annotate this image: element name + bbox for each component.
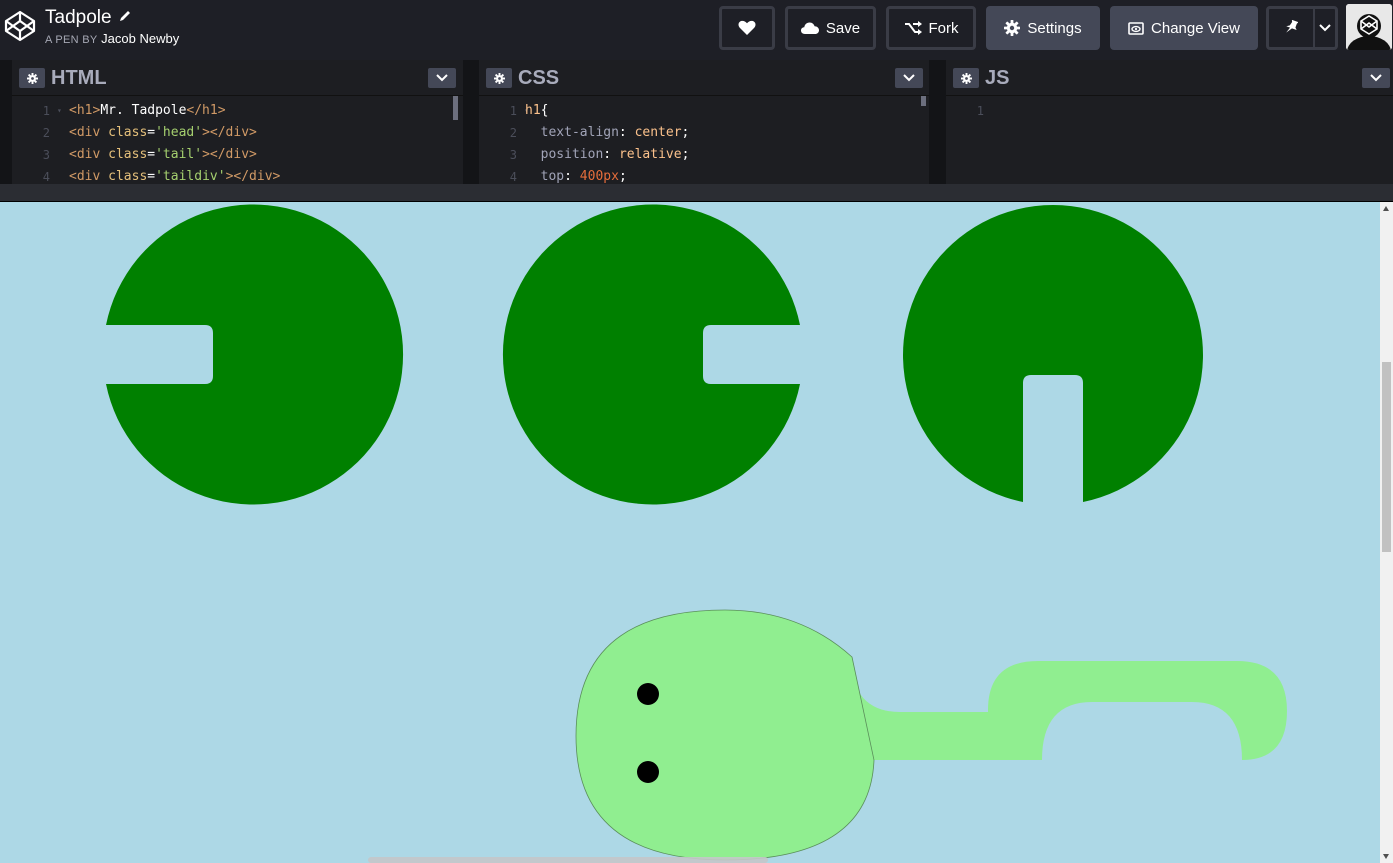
pen-title[interactable]: Tadpole — [45, 7, 112, 29]
html-editor-title: HTML — [51, 67, 107, 89]
lily-pad-bottom-notch — [903, 205, 1204, 502]
pencil-icon[interactable] — [118, 9, 132, 23]
tadpole-tail — [850, 657, 1287, 760]
pin-icon — [1286, 20, 1298, 33]
editor-resize-bar[interactable] — [0, 184, 1393, 202]
code-text: top: 400px; — [525, 169, 627, 184]
lily-pad-left-notch — [106, 204, 404, 505]
fork-icon — [904, 21, 922, 35]
preview-vertical-scrollbar[interactable] — [1380, 202, 1393, 863]
tadpole-head — [575, 609, 875, 861]
chevron-down-icon — [436, 74, 448, 82]
pin-button-group — [1266, 6, 1338, 50]
chevron-down-icon — [903, 74, 915, 82]
avatar-image — [1346, 4, 1392, 50]
html-editor-scrollbar[interactable] — [453, 96, 458, 120]
css-editor: CSS 1 ▾ h1{2 text-align: center; 3 position… — [479, 60, 929, 184]
fold-marker-icon[interactable]: ▾ — [57, 100, 62, 122]
pin-button[interactable] — [1269, 9, 1315, 47]
code-line[interactable]: 2 text-align: center; — [479, 122, 929, 144]
css-editor-title: CSS — [518, 67, 560, 89]
gear-icon — [493, 72, 505, 84]
css-editor-scrollbar[interactable] — [921, 96, 926, 106]
save-label: Save — [825, 19, 861, 37]
line-number: 1 — [42, 104, 50, 118]
gear-icon — [26, 72, 38, 84]
scrollbar-thumb[interactable] — [1382, 362, 1391, 552]
code-text: h1{ — [525, 103, 549, 118]
heart-icon — [738, 20, 756, 35]
line-number: 4 — [509, 170, 517, 184]
css-settings-button[interactable] — [486, 68, 512, 88]
line-number: 3 — [42, 148, 50, 162]
html-settings-button[interactable] — [19, 68, 45, 88]
chevron-down-icon — [1319, 24, 1331, 32]
author-link[interactable]: Jacob Newby — [101, 31, 179, 46]
html-editor-header: HTML — [12, 60, 463, 96]
js-code-area[interactable]: 1 — [946, 96, 1393, 184]
tadpole-eye-top — [637, 683, 659, 705]
code-line[interactable]: 4 top: 400px; — [479, 166, 929, 184]
chevron-down-icon — [1370, 74, 1382, 82]
editors-panel: HTML 1 ▾ <h1>Mr. Tadpole</h1> 2 <div class='… — [0, 60, 1393, 184]
code-line[interactable]: 3 <div class='tail'></div> — [12, 144, 463, 166]
pen-header: Tadpole A PEN BY Jacob Newby Save Fork S… — [0, 0, 1393, 60]
save-button[interactable]: Save — [785, 6, 876, 50]
line-number: 1 — [976, 104, 984, 118]
code-line[interactable]: 1 — [946, 100, 1393, 122]
codepen-logo-icon[interactable] — [4, 10, 36, 42]
pen-byline: A PEN BY Jacob Newby — [45, 31, 179, 46]
line-number: 4 — [42, 170, 50, 184]
code-text: <div class='taildiv'></div> — [69, 169, 281, 184]
js-editor: JS 1 — [946, 60, 1393, 184]
code-line[interactable]: 2 <div class='head'></div> — [12, 122, 463, 144]
code-text: <div class='head'></div> — [69, 125, 257, 140]
line-number: 3 — [509, 148, 517, 162]
gear-icon — [960, 72, 972, 84]
change-view-button[interactable]: Change View — [1110, 6, 1258, 50]
preview-drawing — [106, 204, 1287, 861]
code-line[interactable]: 4 <div class='taildiv'></div> — [12, 166, 463, 184]
change-view-label: Change View — [1151, 19, 1240, 37]
code-text: position: relative; — [525, 147, 690, 162]
byline-prefix: A PEN BY — [45, 34, 98, 46]
pin-menu-toggle[interactable] — [1315, 9, 1335, 47]
js-settings-button[interactable] — [953, 68, 979, 88]
code-line[interactable]: 3 position: relative; — [479, 144, 929, 166]
code-text: <div class='tail'></div> — [69, 147, 257, 162]
settings-button[interactable]: Settings — [986, 6, 1100, 50]
user-avatar[interactable] — [1346, 4, 1392, 50]
line-number: 1 — [509, 104, 517, 118]
tadpole-eye-bottom — [637, 761, 659, 783]
fork-button[interactable]: Fork — [886, 6, 976, 50]
settings-label: Settings — [1027, 19, 1082, 37]
result-preview[interactable] — [0, 202, 1393, 863]
lily-pad-right-notch — [502, 204, 800, 505]
css-code-area[interactable]: 1 ▾ h1{2 text-align: center; 3 position: re… — [479, 96, 929, 184]
html-editor: HTML 1 ▾ <h1>Mr. Tadpole</h1> 2 <div class='… — [12, 60, 463, 184]
code-text: text-align: center; — [525, 125, 690, 140]
js-editor-menu-button[interactable] — [1362, 68, 1390, 88]
code-line[interactable]: 1 ▾ <h1>Mr. Tadpole</h1> — [12, 100, 463, 122]
html-code-area[interactable]: 1 ▾ <h1>Mr. Tadpole</h1> 2 <div class='head'… — [12, 96, 463, 184]
html-editor-menu-button[interactable] — [428, 68, 456, 88]
code-line[interactable]: 1 ▾ h1{ — [479, 100, 929, 122]
heart-button[interactable] — [719, 6, 775, 50]
js-editor-header: JS — [946, 60, 1393, 96]
change-view-icon — [1128, 21, 1144, 35]
line-number: 2 — [42, 126, 50, 140]
gear-icon — [1004, 20, 1021, 36]
scroll-up-arrow[interactable] — [1383, 206, 1389, 211]
line-number: 2 — [509, 126, 517, 140]
scroll-down-arrow[interactable] — [1383, 854, 1389, 859]
css-editor-header: CSS — [479, 60, 929, 96]
cloud-icon — [800, 22, 819, 34]
css-editor-menu-button[interactable] — [895, 68, 923, 88]
fork-label: Fork — [928, 19, 959, 37]
js-editor-title: JS — [985, 67, 1010, 89]
preview-horizontal-scrollbar[interactable] — [368, 857, 768, 863]
code-text: <h1>Mr. Tadpole</h1> — [69, 103, 226, 118]
